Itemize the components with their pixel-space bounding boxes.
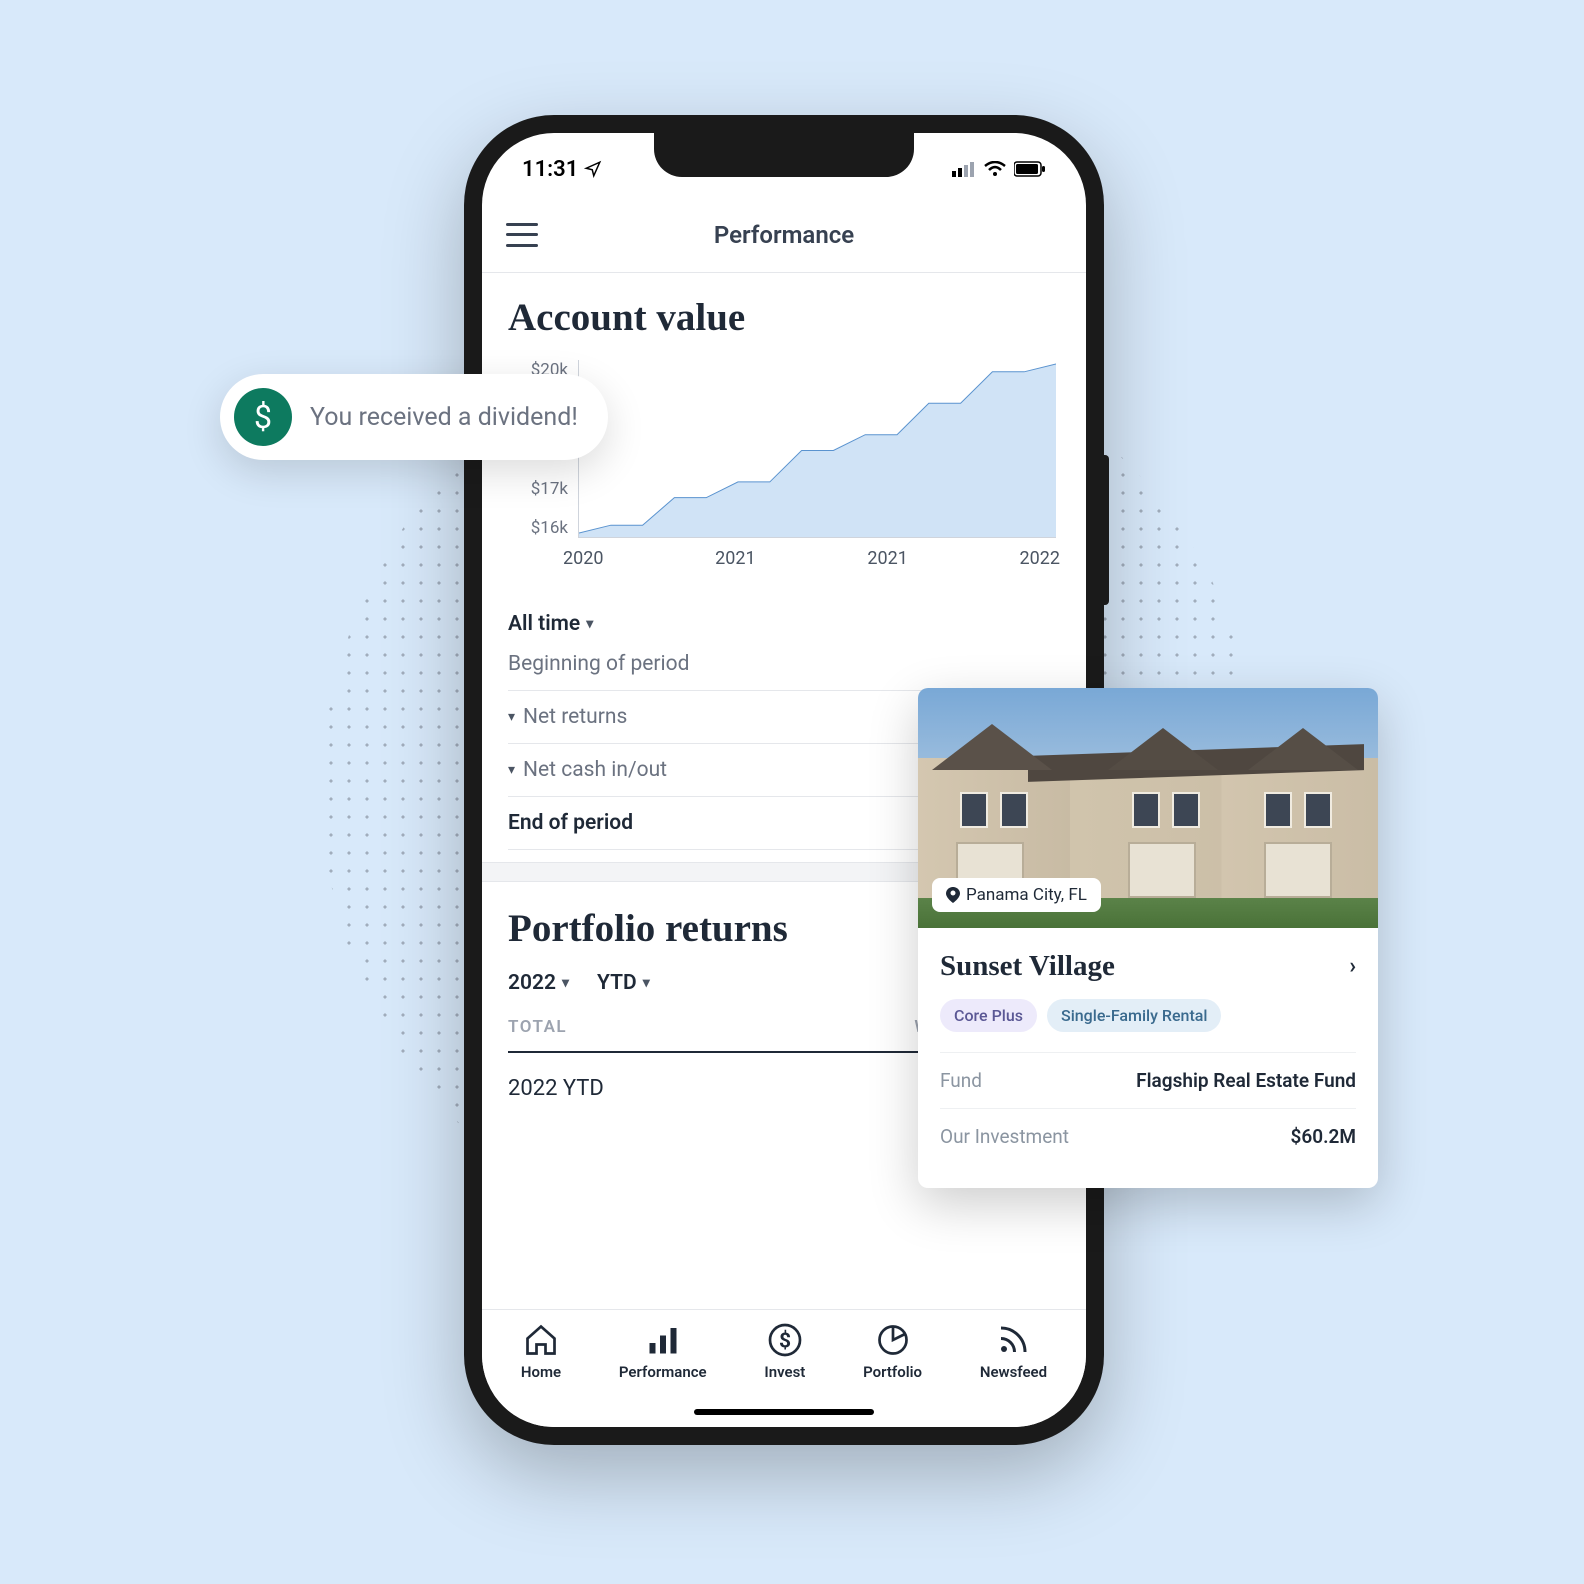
toast-message: You received a dividend! [310,403,578,432]
tab-home[interactable]: Home [521,1322,561,1427]
property-title: Sunset Village [940,950,1115,983]
tab-newsfeed[interactable]: Newsfeed [980,1322,1047,1427]
home-indicator[interactable] [694,1409,874,1415]
location-badge: Panama City, FL [932,878,1101,912]
dollar-icon: $ [234,388,292,446]
badge-core-plus: Core Plus [940,999,1037,1032]
chart-x-axis: 2020 2021 2021 2022 [563,548,1060,569]
map-pin-icon [946,887,960,903]
location-arrow-icon [584,160,602,178]
period-selector[interactable]: All time▾ [508,600,1060,648]
card-row-fund: Fund Flagship Real Estate Fund [940,1052,1356,1108]
chevron-down-icon: ▾ [586,616,593,632]
chevron-down-icon: ▾ [562,975,569,991]
row-beginning-period: Beginning of period [508,648,1060,690]
chevron-down-icon: ▾ [643,975,650,991]
app-header: Performance [482,197,1086,273]
range-filter[interactable]: YTD▾ [597,971,650,995]
chevron-down-icon: ▾ [508,709,515,725]
signal-icon [952,161,976,177]
phone-notch [654,133,914,177]
rss-icon [995,1322,1031,1358]
badge-single-family: Single-Family Rental [1047,999,1221,1032]
svg-text:$: $ [779,1330,791,1354]
bar-chart-icon [645,1322,681,1358]
account-value-heading: Account value [508,295,1060,340]
page-title: Performance [482,221,1086,249]
card-row-investment: Our Investment $60.2M [940,1108,1356,1164]
chart-plot-area [578,360,1056,538]
property-image: Panama City, FL [918,688,1378,928]
battery-icon [1014,161,1046,177]
property-card[interactable]: Panama City, FL Sunset Village › Core Pl… [918,688,1378,1188]
year-filter[interactable]: 2022▾ [508,971,569,995]
pie-chart-icon [875,1322,911,1358]
home-icon [523,1322,559,1358]
wifi-icon [984,161,1006,177]
status-time: 11:31 [522,157,578,182]
dividend-toast[interactable]: $ You received a dividend! [220,374,608,460]
chevron-right-icon[interactable]: › [1349,954,1356,979]
chevron-down-icon: ▾ [508,762,515,778]
dollar-circle-icon: $ [767,1322,803,1358]
